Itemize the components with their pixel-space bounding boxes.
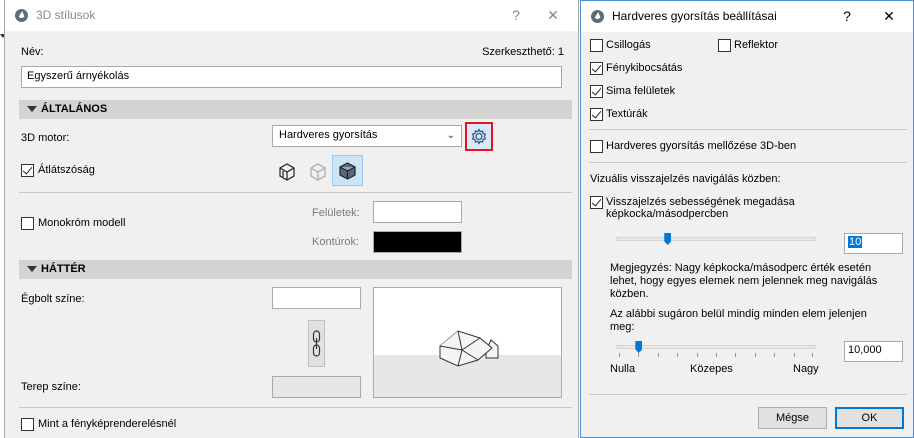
fps-label-line2: képkocka/másodpercben xyxy=(606,208,729,220)
option-checkbox-0[interactable] xyxy=(590,39,603,52)
ok-button[interactable]: OK xyxy=(835,407,904,429)
ignore-hw-label: Hardveres gyorsítás mellőzése 3D-ben xyxy=(606,140,797,152)
contours-color-swatch[interactable] xyxy=(373,231,462,253)
sky-color-swatch[interactable] xyxy=(272,287,361,309)
fps-slider-thumb[interactable] xyxy=(664,233,672,245)
collapse-triangle-icon xyxy=(27,106,37,112)
divider xyxy=(589,129,907,130)
transparency-checkbox[interactable] xyxy=(21,164,34,177)
sky-color-label: Égbolt színe: xyxy=(21,293,85,305)
editable-label: Szerkeszthető: 1 xyxy=(482,46,564,58)
scale-mid-label: Közepes xyxy=(690,363,733,375)
engine-settings-button[interactable] xyxy=(465,122,493,151)
fps-slider-track[interactable] xyxy=(616,237,816,241)
scale-low-label: Nulla xyxy=(610,363,636,375)
note-line2: lehet, hogy egyes elemek nem jelennek me… xyxy=(610,275,878,287)
transparency-label: Átlátszóság xyxy=(38,164,95,176)
option-label-2: Fénykibocsátás xyxy=(606,62,683,74)
option-label-0: Csillogás xyxy=(606,39,651,51)
window-title: Hardveres gyorsítás beállításai xyxy=(612,9,777,23)
chain-link-icon xyxy=(312,330,321,357)
monochrome-label: Monokróm modell xyxy=(38,217,126,229)
render-mode-hidden-line-icon[interactable] xyxy=(306,159,330,183)
ground-color-swatch[interactable] xyxy=(272,376,361,398)
link-colors-button[interactable] xyxy=(308,320,325,367)
window-title: 3D stílusok xyxy=(36,8,96,22)
radius-slider-ticks xyxy=(619,353,813,357)
option-label-1: Reflektor xyxy=(734,39,779,51)
divider xyxy=(589,162,907,163)
collapse-triangle-icon xyxy=(27,266,37,272)
background-preview xyxy=(373,287,562,398)
help-button[interactable]: ? xyxy=(506,6,526,24)
render-mode-solid-icon[interactable] xyxy=(332,155,363,186)
section-general-title: ÁLTALÁNOS xyxy=(41,103,108,115)
contours-label: Kontúrok: xyxy=(312,236,360,248)
title-bar: Hardveres gyorsítás beállításai ? ✕ xyxy=(581,1,913,32)
name-label: Név: xyxy=(21,46,44,58)
surfaces-label: Felületek: xyxy=(312,207,360,219)
engine-select[interactable]: Hardveres gyorsítás ⌄ xyxy=(272,125,462,147)
nav-feedback-label: Vizuális visszajelzés navigálás közben: xyxy=(590,173,781,185)
photorender-label: Mint a fényképrenderelésnél xyxy=(38,418,177,430)
title-bar: 3D stílusok ? ✕ xyxy=(5,0,578,31)
note-line1: Megjegyzés: Nagy képkocka/másodperc érté… xyxy=(610,262,872,274)
note-line3: közben. xyxy=(610,288,649,300)
engine-label: 3D motor: xyxy=(21,132,70,144)
option-label-3: Sima felületek xyxy=(606,85,676,97)
section-background-title: HÁTTÉR xyxy=(41,263,86,275)
help-button[interactable]: ? xyxy=(837,7,857,25)
house-model-icon xyxy=(439,330,499,367)
chevron-down-icon: ⌄ xyxy=(446,130,455,141)
fps-label-line1: Visszajelzés sebességének megadása xyxy=(606,196,795,208)
fps-value-text: 10 xyxy=(848,236,863,248)
archicad-app-icon xyxy=(15,9,28,22)
divider xyxy=(589,394,907,395)
divider xyxy=(19,192,572,193)
option-checkbox-4[interactable] xyxy=(590,108,603,121)
monochrome-checkbox[interactable] xyxy=(21,217,34,230)
divider xyxy=(19,407,572,408)
option-label-4: Textúrák xyxy=(606,108,648,120)
ground-color-label: Terep színe: xyxy=(21,381,81,393)
photorender-checkbox[interactable] xyxy=(21,418,34,431)
option-checkbox-3[interactable] xyxy=(590,85,603,98)
scale-high-label: Nagy xyxy=(793,363,819,375)
hardware-acceleration-dialog: Hardveres gyorsítás beállításai ? ✕ Csil… xyxy=(580,0,914,438)
ignore-hw-checkbox[interactable] xyxy=(590,140,603,153)
section-general[interactable]: ÁLTALÁNOS xyxy=(19,100,572,119)
render-mode-shaded-icon[interactable] xyxy=(275,159,299,183)
archicad-app-icon xyxy=(591,10,604,23)
option-checkbox-2[interactable] xyxy=(590,62,603,75)
name-input[interactable]: Egyszerű árnyékolás xyxy=(21,66,562,88)
gear-icon xyxy=(471,128,487,145)
radius-label-line2: meg: xyxy=(610,321,635,333)
radius-label-line1: Az alábbi sugáron belül mindig minden el… xyxy=(610,308,867,320)
option-checkbox-1[interactable] xyxy=(718,39,731,52)
radius-slider-thumb[interactable] xyxy=(635,341,643,353)
close-button[interactable]: ✕ xyxy=(879,7,899,25)
fps-checkbox[interactable] xyxy=(590,196,603,209)
fps-value-input[interactable]: 10 xyxy=(844,233,903,254)
radius-value-input[interactable]: 10,000 xyxy=(844,341,903,362)
3d-styles-dialog: 3D stílusok ? ✕ Név: Szerkeszthető: 1 Eg… xyxy=(4,0,579,438)
radius-slider-track[interactable] xyxy=(616,345,816,349)
surfaces-color-swatch[interactable] xyxy=(373,201,462,223)
engine-select-value: Hardveres gyorsítás xyxy=(279,129,378,141)
close-button[interactable]: ✕ xyxy=(543,6,563,24)
section-background[interactable]: HÁTTÉR xyxy=(19,260,572,279)
cancel-button[interactable]: Mégse xyxy=(758,407,827,429)
